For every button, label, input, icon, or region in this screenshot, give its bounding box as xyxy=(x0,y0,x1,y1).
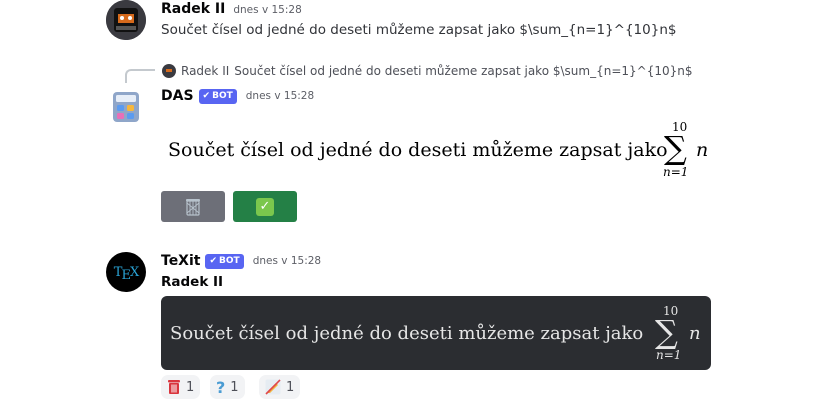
radek-avatar[interactable] xyxy=(106,0,146,40)
reaction-question[interactable]: ? 1 xyxy=(210,375,245,399)
verified-check-icon: ✔ xyxy=(209,256,218,266)
reaction-crossed-pencil[interactable]: 1 xyxy=(259,375,301,399)
reply-text: Součet čísel od jedné do deseti můžeme z… xyxy=(234,64,693,78)
message-timestamp: dnes v 15:28 xyxy=(252,255,322,267)
wastebasket-icon xyxy=(168,380,180,394)
texit-avatar[interactable]: TEX xyxy=(106,252,146,292)
reaction-wastebasket[interactable]: 1 xyxy=(161,375,201,399)
sum-variable: n xyxy=(689,323,701,344)
author-name[interactable]: DAS xyxy=(161,88,194,104)
calculator-icon xyxy=(113,92,139,122)
texit-logo: TEX xyxy=(113,264,139,283)
confirm-button[interactable]: ✓ xyxy=(233,191,297,222)
sum-lower-limit: n=1 xyxy=(663,165,689,179)
sum-symbol: ∑ xyxy=(655,313,678,351)
delete-button[interactable] xyxy=(161,191,225,222)
reaction-count: 1 xyxy=(286,379,295,395)
sum-symbol: ∑ xyxy=(664,129,687,167)
bot-badge: ✔ BOT xyxy=(205,253,244,269)
reply-author[interactable]: Radek II xyxy=(181,64,229,78)
das-avatar[interactable] xyxy=(106,86,146,126)
check-mark-button-icon: ✓ xyxy=(256,197,274,216)
author-name[interactable]: TeXit xyxy=(161,253,200,269)
message-timestamp: dnes v 15:28 xyxy=(233,4,302,16)
author-name[interactable]: Radek II xyxy=(161,1,225,17)
wastebasket-icon xyxy=(186,198,200,216)
latex-author-label: Radek II xyxy=(161,274,224,290)
sum-variable: n xyxy=(696,139,709,161)
crossed-pencil-icon xyxy=(265,379,281,395)
sum-lower-limit: n=1 xyxy=(656,348,682,362)
reply-avatar xyxy=(162,64,176,78)
reaction-count: 1 xyxy=(230,379,239,395)
message-text: Součet čísel od jedné do deseti můžeme z… xyxy=(161,22,677,38)
rendered-latex-image[interactable]: Součet čísel od jedné do deseti můžeme z… xyxy=(161,296,711,370)
latex-prefix-text: Součet čísel od jedné do deseti můžeme z… xyxy=(170,323,644,344)
reaction-count: 1 xyxy=(186,379,195,395)
message-timestamp: dnes v 15:28 xyxy=(245,90,315,102)
question-mark-icon: ? xyxy=(216,377,226,397)
bot-badge: ✔ BOT xyxy=(198,88,237,104)
latex-prefix-text: Součet čísel od jedné do deseti můžeme z… xyxy=(168,139,668,161)
reply-spine xyxy=(125,69,155,83)
reply-preview[interactable]: Radek II Součet čísel od jedné do deseti… xyxy=(162,64,692,78)
rendered-latex-image[interactable]: Součet čísel od jedné do deseti můžeme z… xyxy=(168,120,728,182)
verified-check-icon: ✔ xyxy=(202,91,211,101)
